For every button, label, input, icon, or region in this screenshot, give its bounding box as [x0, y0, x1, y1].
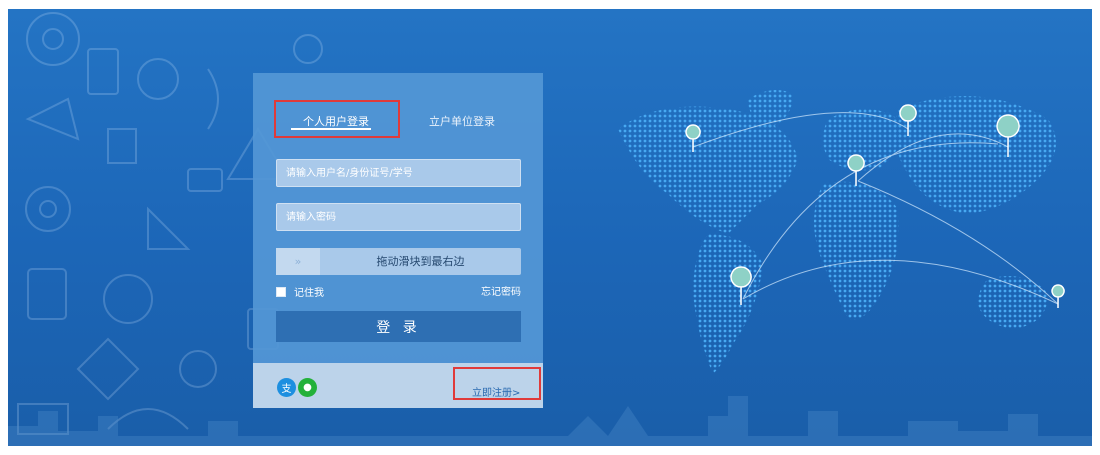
- password-input[interactable]: [276, 203, 521, 231]
- slider-hint: 拖动滑块到最右边: [376, 255, 465, 268]
- tab-unit-login[interactable]: 立户单位登录: [429, 113, 495, 129]
- register-link[interactable]: 立即注册>: [472, 384, 520, 399]
- active-tab-underline: [291, 128, 371, 130]
- login-card: 个人用户登录 立户单位登录 » 拖动滑块到最右边 记住我 忘记密码 登 录 支 …: [253, 73, 543, 408]
- wechat-icon[interactable]: ●: [298, 378, 317, 397]
- world-map: [618, 90, 1065, 374]
- forgot-password-link[interactable]: 忘记密码: [481, 283, 521, 298]
- slide-captcha: » 拖动滑块到最右边: [276, 248, 521, 275]
- remember-me: 记住我: [276, 284, 324, 299]
- username-input[interactable]: [276, 159, 521, 187]
- login-button[interactable]: 登 录: [276, 311, 521, 342]
- social-login: 支 ●: [277, 378, 317, 397]
- alipay-icon[interactable]: 支: [277, 378, 296, 397]
- city-skyline: [8, 396, 1092, 446]
- map-pin-icon: [1051, 284, 1065, 309]
- remember-me-checkbox[interactable]: [276, 286, 286, 297]
- remember-me-label: 记住我: [294, 288, 324, 299]
- login-page-background: 个人用户登录 立户单位登录 » 拖动滑块到最右边 记住我 忘记密码 登 录 支 …: [8, 9, 1092, 446]
- tab-personal-login[interactable]: 个人用户登录: [303, 113, 369, 129]
- slider-handle[interactable]: »: [276, 248, 320, 275]
- map-pin-icon: [847, 154, 865, 187]
